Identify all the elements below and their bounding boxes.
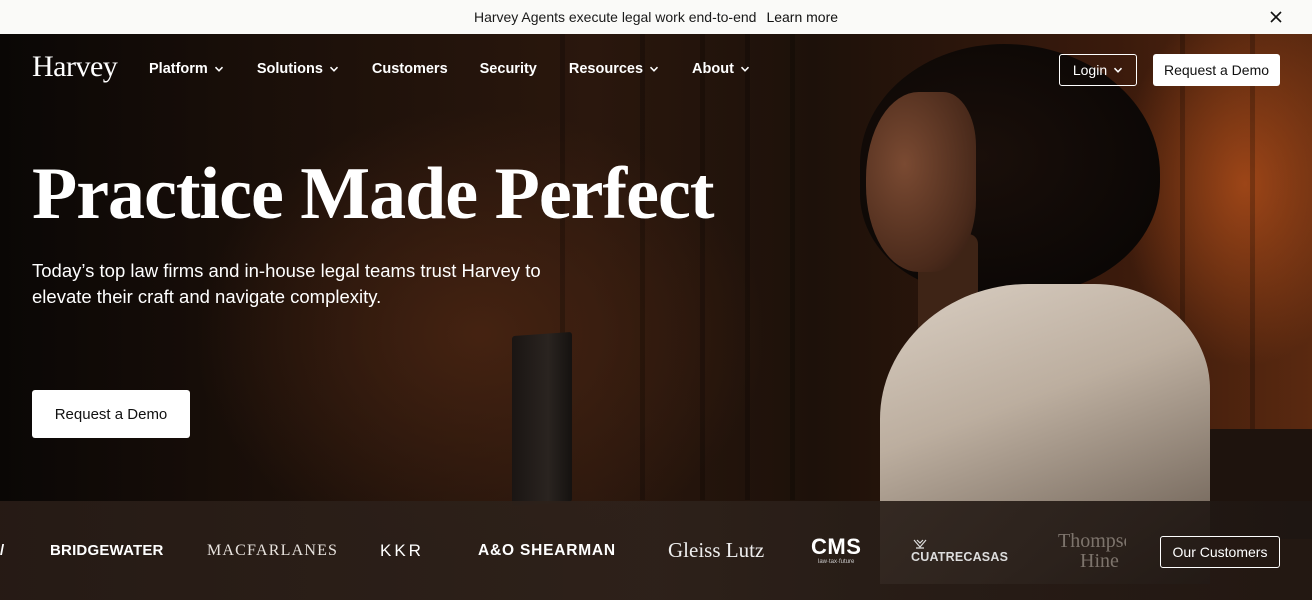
laptop-image: [512, 331, 572, 507]
hero-subheadline: Today’s top law firms and in-house legal…: [32, 260, 541, 307]
request-demo-hero-button[interactable]: Request a Demo: [32, 390, 190, 438]
logo-macfarlanes: MACFARLANES: [207, 541, 339, 559]
nav-platform[interactable]: Platform: [149, 54, 224, 84]
announcement-message: Harvey Agents execute legal work end-to-…: [473, 9, 757, 25]
chevron-down-icon: [329, 66, 338, 72]
nav-security-label: Security: [479, 61, 537, 77]
logo-thompson-hine: Thompson Hine: [1058, 501, 1126, 600]
logo-cuatrecasas: CUATRECASAS: [911, 501, 1008, 600]
logo-cuatrecasas-wordmark: CUATRECASAS: [911, 549, 1009, 564]
chevron-down-icon: [1114, 67, 1123, 73]
logo-gleiss-lutz: Gleiss Lutz: [668, 538, 765, 562]
logo-cms: CMS law·tax·future: [811, 501, 861, 600]
harvey-logo[interactable]: Harvey: [32, 50, 118, 84]
logo-thompson-line1: Thompson: [1058, 529, 1126, 552]
main-nav: Platform Solutions Customers Security Re…: [149, 54, 750, 84]
logo-bridgewater: BRIDGEWATER: [50, 542, 164, 559]
hero-section: Harvey Platform Solutions Customers Secu…: [0, 34, 1312, 600]
nav-customers-label: Customers: [371, 61, 448, 77]
login-label: Login: [1072, 62, 1108, 78]
nav-solutions[interactable]: Solutions: [257, 54, 339, 84]
logo-thompson-line2: Hine: [1080, 549, 1119, 572]
logo-cms-wordmark: CMS: [811, 533, 862, 559]
nav-about-label: About: [692, 61, 734, 77]
nav-resources[interactable]: Resources: [569, 54, 659, 84]
login-button[interactable]: Login: [1059, 54, 1137, 86]
partial-logo: /: [0, 542, 5, 559]
nav-platform-label: Platform: [149, 61, 208, 77]
cuatrecasas-mark-icon: [913, 539, 927, 549]
person-face: [866, 92, 976, 272]
announcement-bar: Harvey Agents execute legal work end-to-…: [0, 0, 1312, 34]
nav-solutions-label: Solutions: [256, 61, 323, 77]
chevron-down-icon: [649, 66, 659, 72]
close-icon[interactable]: [1268, 9, 1284, 25]
logo-ao-shearman: A&O SHEARMAN: [478, 541, 616, 559]
learn-more-link[interactable]: Learn more: [766, 9, 838, 25]
logo-kkr: KKR: [380, 540, 424, 560]
logo-cms-tagline: law·tax·future: [818, 558, 855, 565]
request-demo-header-button[interactable]: Request a Demo: [1153, 54, 1280, 86]
customer-logo-strip: / BRIDGEWATER MACFARLANES KKR A&O SHEARM…: [0, 501, 1312, 600]
nav-security[interactable]: Security: [480, 54, 537, 84]
chevron-down-icon: [214, 66, 223, 72]
chevron-down-icon: [740, 66, 749, 72]
our-customers-button[interactable]: Our Customers: [1160, 536, 1280, 568]
nav-about[interactable]: About: [692, 54, 750, 84]
nav-customers[interactable]: Customers: [372, 54, 448, 84]
nav-resources-label: Resources: [568, 61, 644, 77]
hero-headline: Practice Made Perfect: [32, 153, 714, 235]
